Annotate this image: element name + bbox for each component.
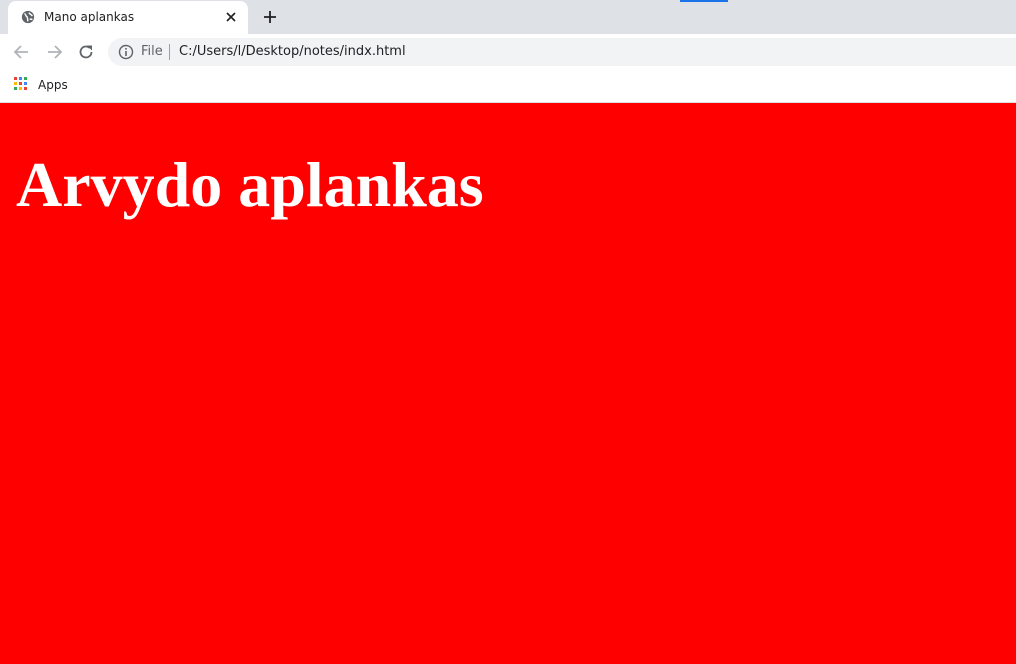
tab-strip-accent bbox=[680, 0, 728, 2]
toolbar: File C:/Users/l/Desktop/notes/indx.html bbox=[0, 34, 1016, 70]
apps-grid-icon bbox=[14, 77, 27, 90]
bookmarks-bar: Apps bbox=[0, 70, 1016, 103]
url-separator bbox=[169, 44, 170, 60]
back-arrow-icon[interactable] bbox=[12, 42, 32, 62]
page-content: Arvydo aplankas bbox=[0, 103, 1016, 664]
close-icon[interactable] bbox=[223, 9, 239, 25]
address-bar[interactable]: File C:/Users/l/Desktop/notes/indx.html bbox=[108, 38, 1016, 66]
plus-icon[interactable] bbox=[261, 8, 279, 26]
forward-arrow-icon[interactable] bbox=[44, 42, 64, 62]
globe-icon bbox=[21, 10, 35, 24]
tab-title: Mano aplankas bbox=[44, 10, 135, 24]
apps-label: Apps bbox=[38, 78, 68, 92]
page-heading: Arvydo aplankas bbox=[16, 149, 484, 220]
tab-active[interactable]: Mano aplankas bbox=[8, 1, 248, 34]
url-scheme-label: File bbox=[141, 44, 163, 59]
browser-window: Mano aplankas File C:/Users/l/Desktop/no… bbox=[0, 0, 1016, 664]
info-icon[interactable] bbox=[118, 44, 134, 60]
reload-icon[interactable] bbox=[76, 42, 96, 62]
tab-strip: Mano aplankas bbox=[0, 0, 1016, 34]
url-text[interactable]: C:/Users/l/Desktop/notes/indx.html bbox=[179, 44, 406, 60]
